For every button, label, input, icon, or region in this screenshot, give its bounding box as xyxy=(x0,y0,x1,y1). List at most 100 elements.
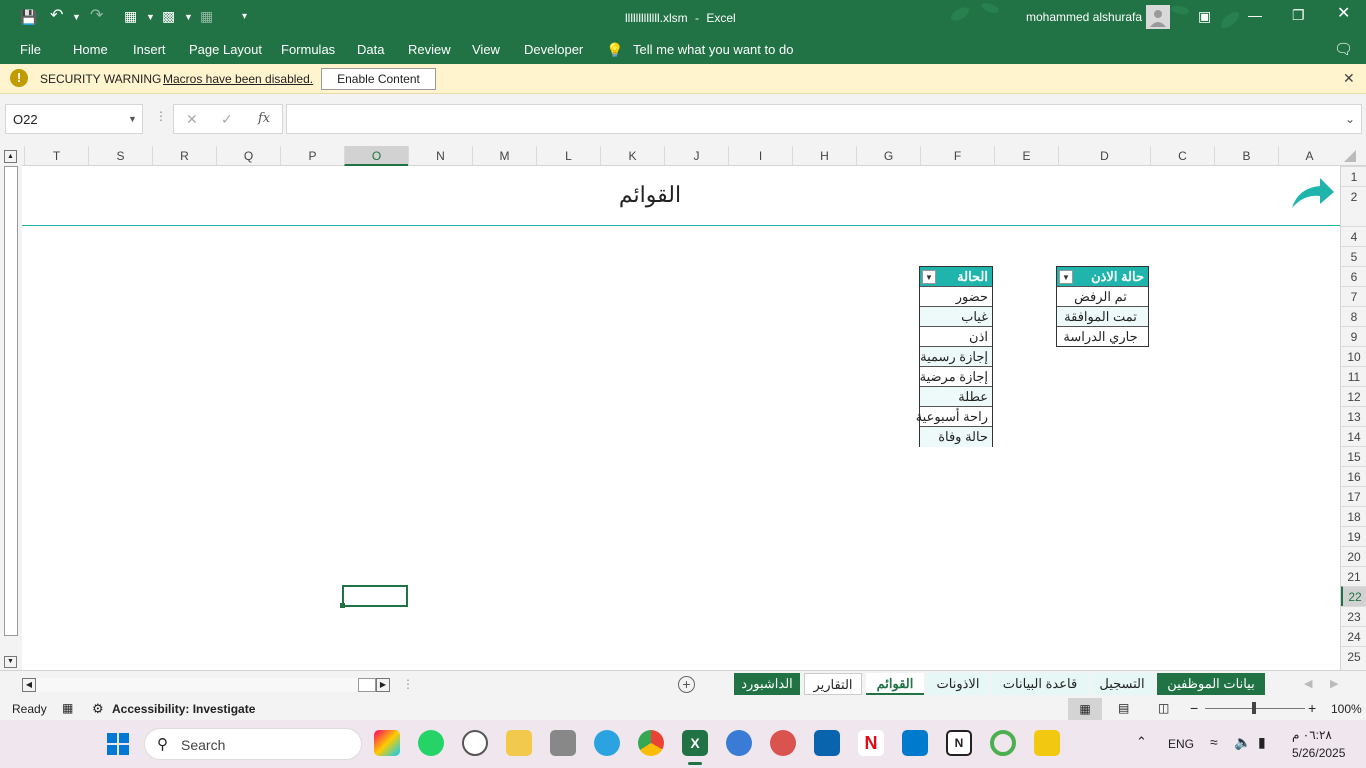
tab-view[interactable]: View xyxy=(472,42,500,57)
macro-record-icon[interactable]: ▦ xyxy=(62,701,73,715)
scrollbar-thumb[interactable] xyxy=(4,166,18,636)
list-item[interactable]: جاري الدراسة xyxy=(1057,327,1148,347)
row-header[interactable]: 13 xyxy=(1341,406,1366,426)
restore-icon[interactable]: ❐ xyxy=(1292,8,1305,22)
vscode-icon[interactable] xyxy=(902,730,928,756)
sheet-tab-dashboard[interactable]: الداشبورد xyxy=(734,673,800,695)
normal-view-icon[interactable]: ▦ xyxy=(1068,698,1102,720)
row-header[interactable]: 9 xyxy=(1341,326,1366,346)
column-header[interactable]: F xyxy=(920,146,994,166)
enter-icon[interactable]: ✓ xyxy=(221,111,233,128)
column-header[interactable]: R xyxy=(152,146,216,166)
column-header[interactable]: G xyxy=(856,146,920,166)
list-item[interactable]: غياب xyxy=(920,307,992,327)
list-item[interactable]: راحة أسبوعية xyxy=(916,407,992,427)
app-circle-icon[interactable] xyxy=(770,730,796,756)
navigation-arrow-icon[interactable] xyxy=(1288,174,1336,212)
close-warning-icon[interactable]: ✕ xyxy=(1343,70,1355,87)
file-explorer-icon[interactable] xyxy=(506,730,532,756)
copilot-icon[interactable] xyxy=(374,730,400,756)
tab-data[interactable]: Data xyxy=(357,42,384,57)
shapes-icon[interactable]: ▦ xyxy=(200,9,213,23)
column-header[interactable]: S xyxy=(88,146,152,166)
sheet-tab-permissions[interactable]: الاذونات xyxy=(926,673,990,695)
sheet-tab-lists-active[interactable]: القوائم xyxy=(866,673,924,695)
column-header-selected[interactable]: O xyxy=(344,146,408,166)
scroll-up-arrow-icon[interactable]: ▲ xyxy=(4,150,17,163)
zoom-level[interactable]: 100% xyxy=(1331,702,1362,716)
notion-icon[interactable]: N xyxy=(946,730,972,756)
save-icon[interactable]: 💾 xyxy=(20,10,37,24)
row-header-selected[interactable]: 22 xyxy=(1341,586,1366,606)
tab-next-icon[interactable]: ▶ xyxy=(1330,677,1338,690)
row-header[interactable]: 24 xyxy=(1341,626,1366,646)
ribbon-display-icon[interactable]: ▣ xyxy=(1198,9,1211,23)
battery-icon[interactable]: ▮ xyxy=(1258,734,1266,751)
language-indicator[interactable]: ENG xyxy=(1168,737,1194,751)
list-item[interactable]: تم الرفض xyxy=(1057,287,1148,307)
tab-home[interactable]: Home xyxy=(73,42,108,57)
name-box-dropdown-icon[interactable]: ▼ xyxy=(128,114,137,124)
scroll-left-icon[interactable]: ◀ xyxy=(22,678,36,692)
column-header[interactable]: P xyxy=(280,146,344,166)
page-layout-view-icon[interactable]: ▤ xyxy=(1118,701,1129,715)
tab-splitter-icon[interactable]: ⋮ xyxy=(402,677,414,691)
clock-app-icon[interactable] xyxy=(462,730,488,756)
list-item[interactable]: حالة وفاة xyxy=(920,427,992,447)
comments-icon[interactable]: 🗨 xyxy=(1334,40,1353,58)
list-item[interactable]: حضور xyxy=(920,287,992,307)
row-header[interactable]: 6 xyxy=(1341,266,1366,286)
row-header[interactable]: 1 xyxy=(1341,166,1366,186)
column-header[interactable]: E xyxy=(994,146,1058,166)
excel-icon[interactable]: X xyxy=(682,730,708,756)
column-header[interactable]: A xyxy=(1278,146,1340,166)
accessibility-icon[interactable]: ⚙ xyxy=(92,701,104,717)
column-header[interactable]: B xyxy=(1214,146,1278,166)
row-header[interactable]: 17 xyxy=(1341,486,1366,506)
column-header[interactable]: Q xyxy=(216,146,280,166)
telegram-icon[interactable] xyxy=(594,730,620,756)
row-header[interactable]: 11 xyxy=(1341,366,1366,386)
tab-formulas[interactable]: Formulas xyxy=(281,42,335,57)
user-name[interactable]: mohammed alshurafa xyxy=(1026,10,1142,24)
h-scroll-thumb[interactable] xyxy=(358,678,376,692)
wifi-icon[interactable]: ≈ xyxy=(1210,734,1218,750)
column-header[interactable]: M xyxy=(472,146,536,166)
filter-dropdown-icon[interactable]: ▼ xyxy=(1059,270,1073,284)
formula-bar-grip-icon[interactable]: ⋮ xyxy=(155,109,167,123)
sheet-tab-registration[interactable]: التسجيل xyxy=(1090,673,1154,695)
clock-time[interactable]: ٠٦:٢٨ م xyxy=(1292,728,1332,742)
cancel-icon[interactable]: ✕ xyxy=(186,111,198,128)
row-header[interactable]: 7 xyxy=(1341,286,1366,306)
calculator-icon[interactable] xyxy=(550,730,576,756)
search-box[interactable]: ⚲ Search xyxy=(144,728,362,760)
row-header[interactable]: 20 xyxy=(1341,546,1366,566)
row-header[interactable]: 8 xyxy=(1341,306,1366,326)
tab-developer[interactable]: Developer xyxy=(524,42,583,57)
close-icon[interactable]: ✕ xyxy=(1337,6,1350,22)
whatsapp-icon[interactable] xyxy=(418,730,444,756)
select-all-icon[interactable] xyxy=(1344,150,1356,162)
tab-review[interactable]: Review xyxy=(408,42,451,57)
expand-formula-icon[interactable]: ⌄ xyxy=(1345,112,1355,126)
row-header[interactable]: 4 xyxy=(1341,226,1366,246)
vertical-scrollbar[interactable]: ▼ xyxy=(0,166,22,670)
list-item[interactable]: تمت الموافقة xyxy=(1057,307,1148,327)
row-header[interactable]: 2 xyxy=(1341,186,1366,206)
tab-insert[interactable]: Insert xyxy=(133,42,166,57)
column-header[interactable]: N xyxy=(408,146,472,166)
column-header[interactable]: C xyxy=(1150,146,1214,166)
minimize-icon[interactable]: — xyxy=(1248,8,1262,22)
zoom-out-icon[interactable]: − xyxy=(1190,700,1198,716)
chrome-icon[interactable] xyxy=(638,730,664,756)
show-hidden-icons[interactable]: ⌃ xyxy=(1136,734,1147,750)
insert-function-icon[interactable]: fx xyxy=(258,111,270,126)
row-header[interactable]: 5 xyxy=(1341,246,1366,266)
globe-icon[interactable] xyxy=(726,730,752,756)
column-header[interactable]: L xyxy=(536,146,600,166)
tell-me-search[interactable]: Tell me what you want to do xyxy=(633,42,793,57)
accessibility-status[interactable]: Accessibility: Investigate xyxy=(112,702,255,716)
column-header[interactable]: H xyxy=(792,146,856,166)
row-header[interactable]: 21 xyxy=(1341,566,1366,586)
form-dropdown-icon[interactable]: ▼ xyxy=(146,10,155,24)
